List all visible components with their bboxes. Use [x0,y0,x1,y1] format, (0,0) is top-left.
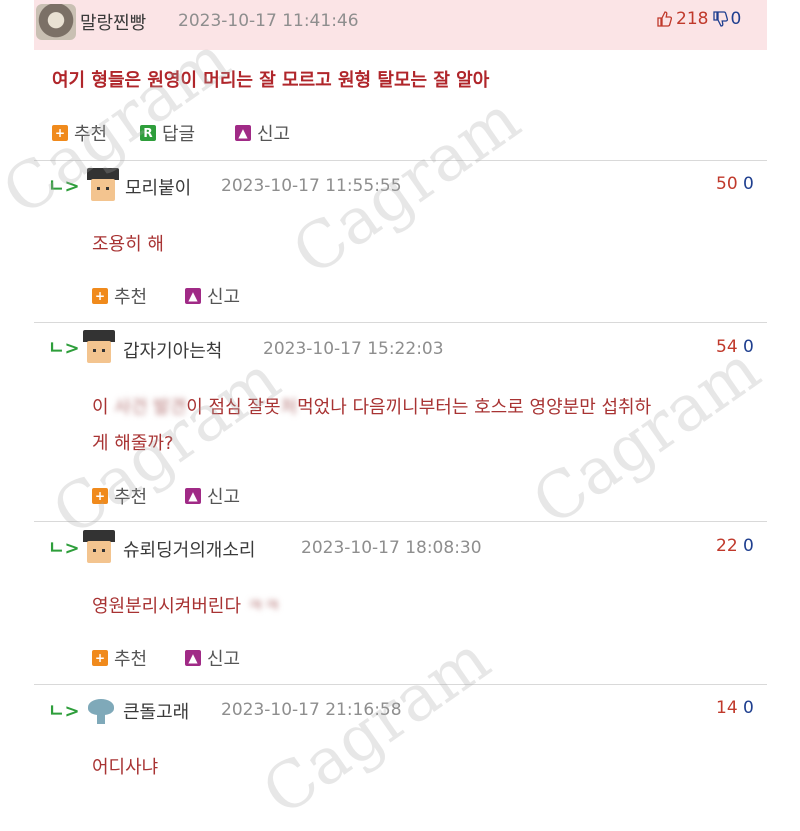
plus-icon: + [52,125,68,141]
post-body: 여기 형들은 원영이 머리는 잘 모르고 원형 탈모는 잘 알아 [52,70,490,91]
reply-arrow-icon: ㄴ> [48,338,80,359]
reply-text: 영원분리시켜버린다 ㅋㅋ [92,592,280,618]
blurred-text: 처 [280,397,298,418]
watermark: Cagram [520,332,774,541]
post-author[interactable]: 말랑찐빵 [80,9,146,35]
score-up: 22 [716,536,738,556]
siren-icon: ▲ [185,488,201,504]
reply-text: 조용히 해 [92,234,164,255]
divider [34,322,767,323]
reply-date: 2023-10-17 18:08:30 [301,538,482,558]
author-avatar[interactable] [36,4,76,40]
report-label: 신고 [257,124,291,145]
reply-author[interactable]: 갑자기아는척 [123,337,222,363]
score-up: 50 [716,174,738,194]
upvote-count: 218 [676,9,709,29]
report-button[interactable]: ▲ 신고 [235,120,290,146]
plus-icon: + [92,288,108,304]
report-button[interactable]: ▲ 신고 [185,645,240,671]
report-button[interactable]: ▲ 신고 [185,483,240,509]
watermark: Cagram [0,22,244,231]
downvote-count: 0 [730,9,742,29]
plus-icon: + [92,488,108,504]
post-votes: 218 0 [656,9,741,29]
user-avatar[interactable] [86,168,120,202]
recommend-button[interactable]: + 추천 [92,645,147,671]
reply-author[interactable]: 모리붙이 [125,174,191,200]
reply-score: 22 0 [716,536,754,556]
thumbs-down-icon[interactable] [712,11,729,27]
reply-score: 54 0 [716,337,754,357]
score-up: 54 [716,337,738,357]
post-date: 2023-10-17 11:41:46 [178,11,359,31]
report-label: 신고 [207,487,241,508]
recommend-button[interactable]: + 추천 [92,483,147,509]
blurred-text: 사건 발견 [114,397,187,418]
reply-date: 2023-10-17 21:16:58 [221,700,402,720]
reply-label: 답글 [162,124,196,145]
r-icon: R [140,125,156,141]
reply-arrow-icon: ㄴ> [48,701,80,722]
reply-arrow-icon: ㄴ> [48,538,80,559]
reply-author[interactable]: 슈뢰딩거의개소리 [123,536,255,562]
recommend-label: 추천 [114,649,148,670]
user-avatar[interactable] [82,330,116,364]
siren-icon: ▲ [185,288,201,304]
score-down: 0 [743,174,754,194]
reply-date: 2023-10-17 15:22:03 [263,339,444,359]
score-down: 0 [743,536,754,556]
report-button[interactable]: ▲ 신고 [185,283,240,309]
reply-button[interactable]: R 답글 [140,120,195,146]
reply-author[interactable]: 큰돌고래 [123,698,189,724]
reply-text: 이 사건 발견이 점심 잘못처먹었나 다음끼니부터는 호스로 영양분만 섭취하 [92,393,651,419]
recommend-label: 추천 [114,287,148,308]
report-label: 신고 [207,649,241,670]
reply-date: 2023-10-17 11:55:55 [221,176,402,196]
reply-text: 어디사냐 [92,757,159,778]
score-down: 0 [743,698,754,718]
whale-avatar[interactable] [86,693,116,725]
report-label: 신고 [207,287,241,308]
score-down: 0 [743,337,754,357]
siren-icon: ▲ [185,650,201,666]
reply-score: 50 0 [716,174,754,194]
siren-icon: ▲ [235,125,251,141]
recommend-button[interactable]: + 추천 [52,120,107,146]
recommend-label: 추천 [114,487,148,508]
reply-text: 게 해줄까? [92,433,174,454]
recommend-button[interactable]: + 추천 [92,283,147,309]
divider [34,160,767,161]
reply-arrow-icon: ㄴ> [48,176,80,197]
score-up: 14 [716,698,738,718]
recommend-label: 추천 [74,124,108,145]
reply-score: 14 0 [716,698,754,718]
divider [34,521,767,522]
plus-icon: + [92,650,108,666]
blurred-text: ㅋㅋ [246,596,280,617]
thumbs-up-icon[interactable] [656,11,673,27]
divider [34,684,767,685]
user-avatar[interactable] [82,530,116,564]
watermark: Cagram [250,622,504,831]
